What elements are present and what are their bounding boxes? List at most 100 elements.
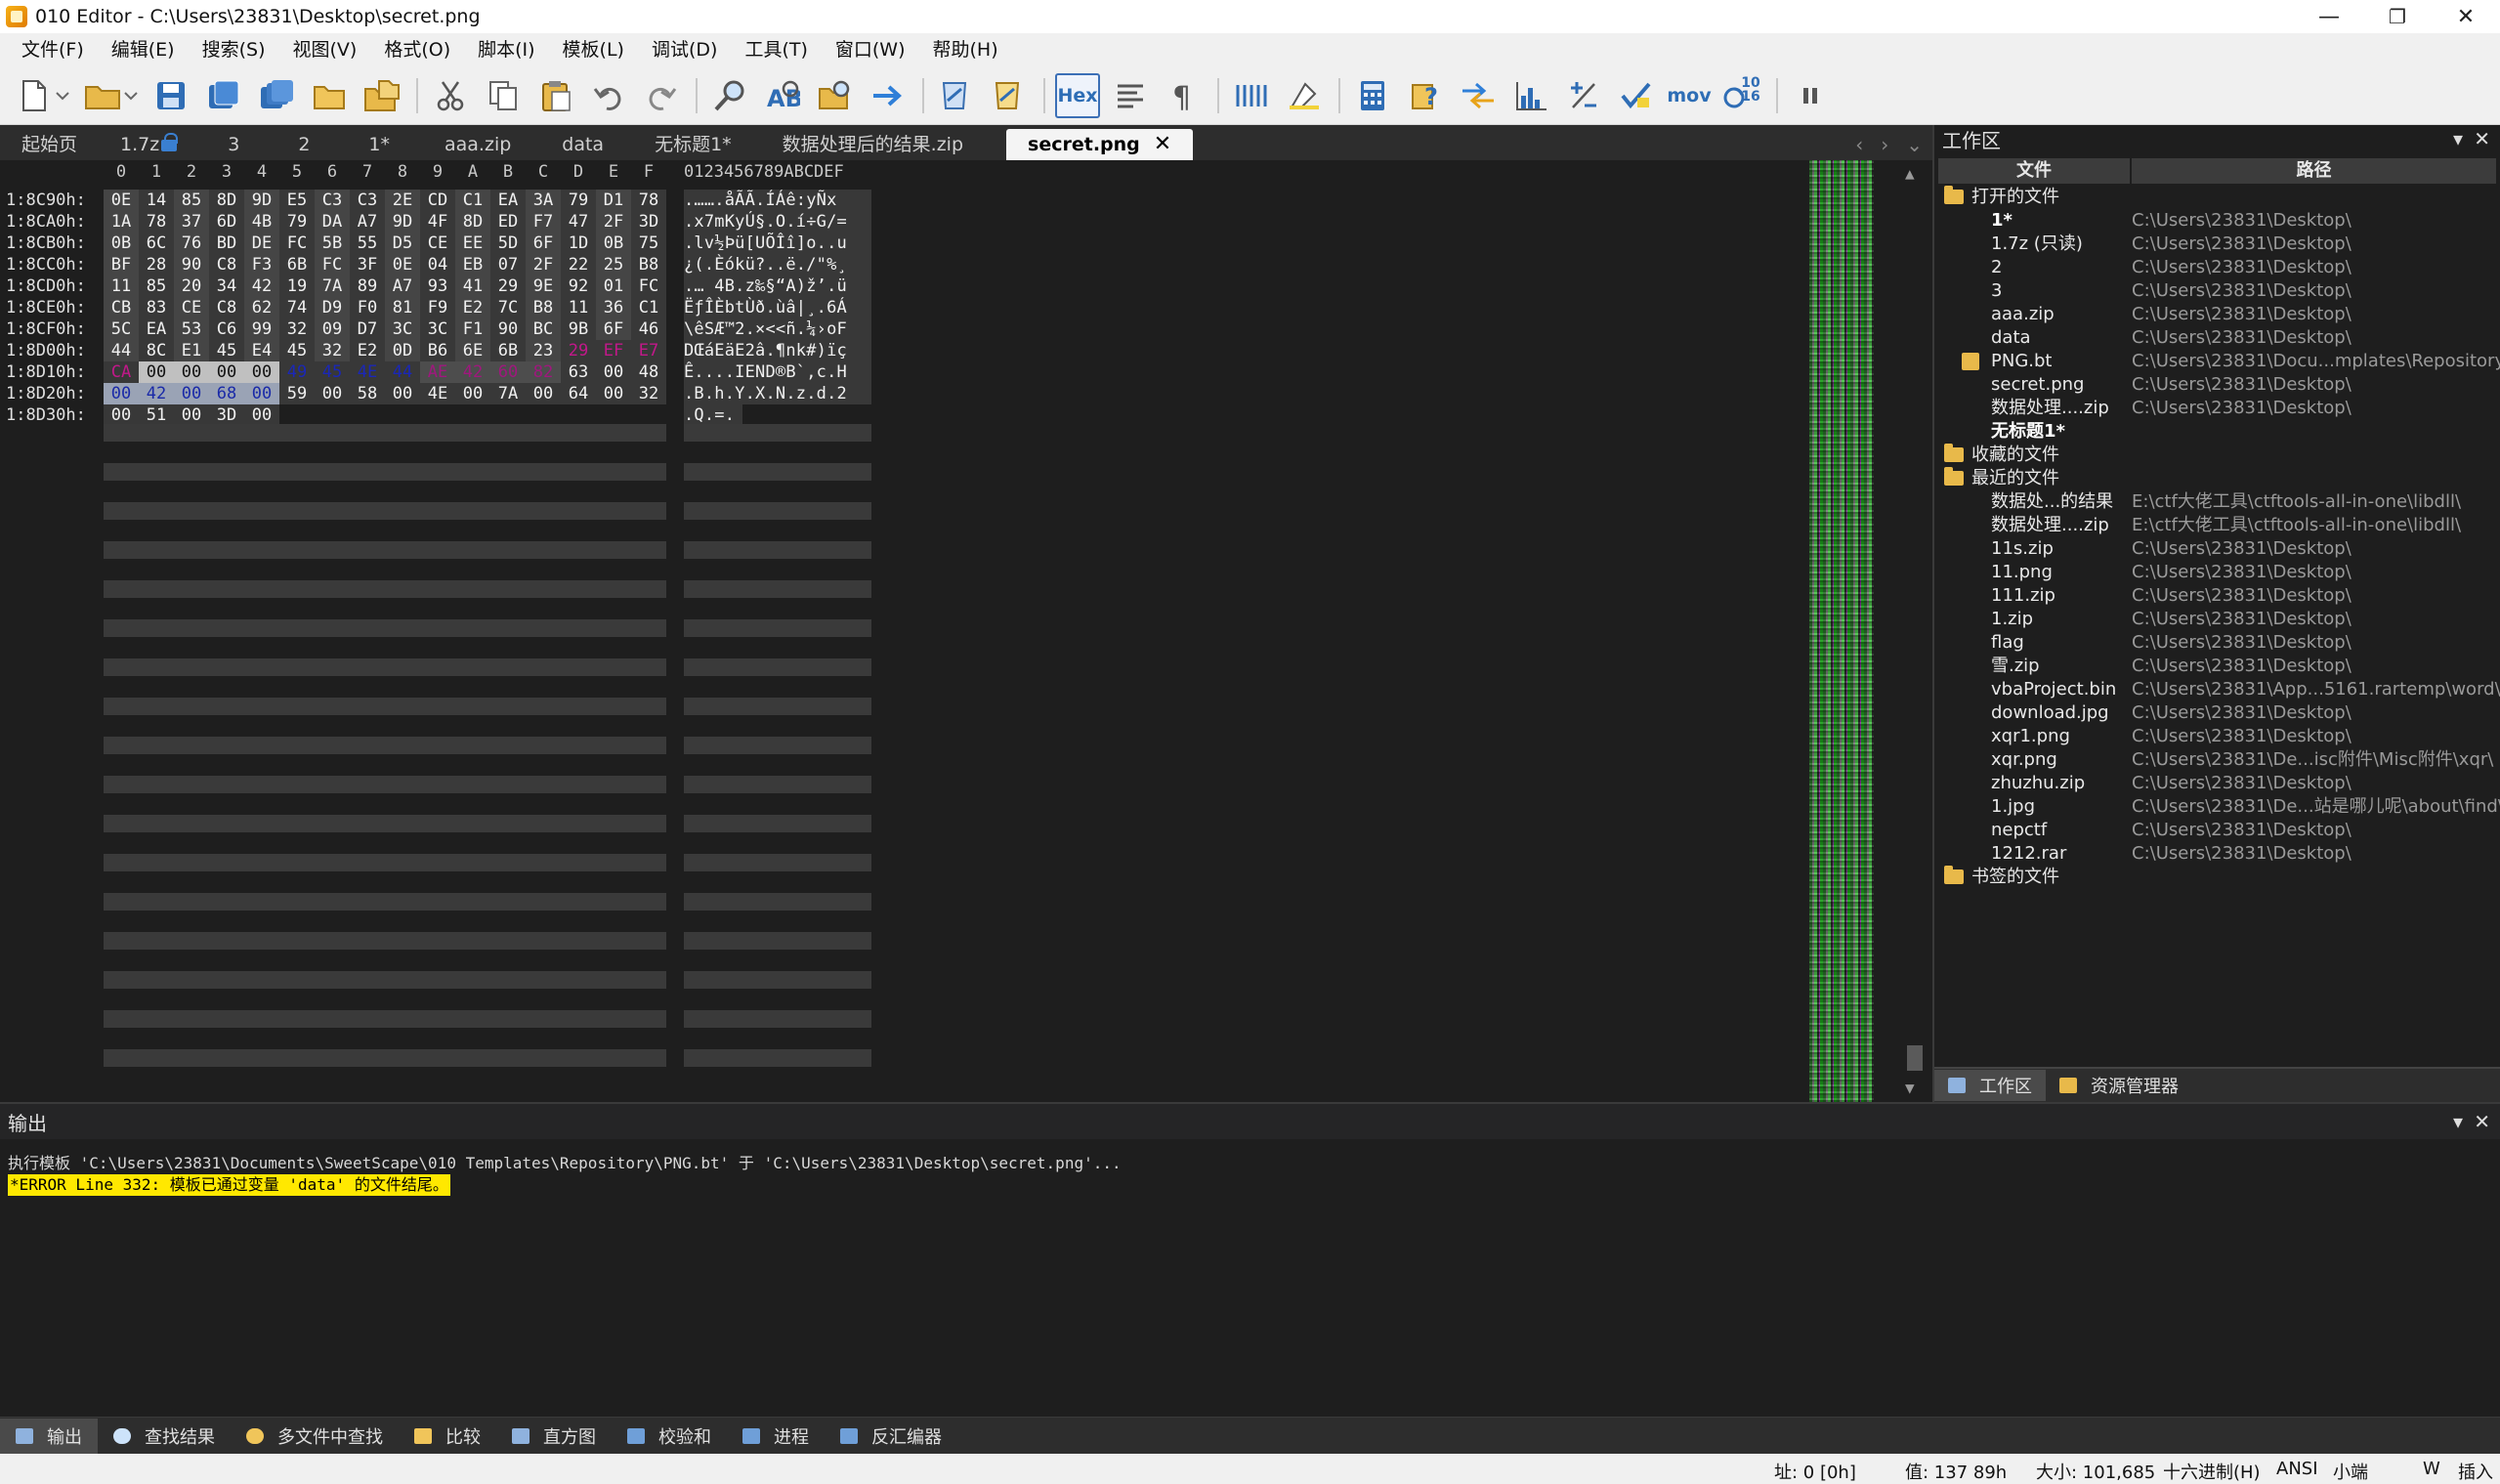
hex-byte[interactable]: 6B bbox=[490, 340, 526, 361]
hex-byte[interactable]: C8 bbox=[209, 297, 244, 318]
hex-byte[interactable]: 00 bbox=[244, 361, 279, 383]
hex-byte[interactable]: 00 bbox=[385, 383, 420, 404]
hex-byte[interactable]: E7 bbox=[631, 340, 666, 361]
hex-byte[interactable]: 34 bbox=[209, 276, 244, 297]
hex-byte[interactable]: 51 bbox=[139, 404, 174, 426]
status-encoding[interactable]: ANSI bbox=[2276, 1459, 2318, 1479]
status-write[interactable]: W bbox=[2423, 1459, 2440, 1479]
chevron-down-icon[interactable]: ⌄ bbox=[1906, 133, 1923, 156]
hex-byte[interactable]: 3F bbox=[350, 254, 385, 276]
tab-workspace[interactable]: 工作区 bbox=[1934, 1070, 2046, 1101]
hex-byte[interactable]: 49 bbox=[279, 361, 315, 383]
ascii-row[interactable]: .B.h.Y.X.N.z.d.2 bbox=[684, 383, 871, 404]
hex-byte[interactable]: C3 bbox=[350, 190, 385, 211]
hex-byte[interactable]: 11 bbox=[561, 297, 596, 318]
hex-byte[interactable]: 5D bbox=[490, 233, 526, 254]
goto-arrow-icon[interactable] bbox=[866, 73, 911, 118]
hex-byte[interactable]: 28 bbox=[139, 254, 174, 276]
hex-byte[interactable]: 75 bbox=[631, 233, 666, 254]
status-insert[interactable]: 插入 bbox=[2458, 1459, 2493, 1484]
hex-mode-button[interactable]: Hex bbox=[1055, 72, 1100, 118]
hex-byte[interactable]: 1D bbox=[561, 233, 596, 254]
tab-disassembler[interactable]: 反汇编器 bbox=[825, 1419, 957, 1454]
ascii-row[interactable]: .lv½Þü[UÕÎî]o..u bbox=[684, 233, 871, 254]
undo-icon[interactable] bbox=[586, 73, 631, 118]
hex-byte[interactable]: CE bbox=[174, 297, 209, 318]
hex-byte[interactable]: AE bbox=[420, 361, 455, 383]
hex-byte[interactable]: C1 bbox=[631, 297, 666, 318]
restore-button[interactable]: ❐ bbox=[2363, 0, 2432, 33]
hex-byte[interactable]: 5C bbox=[104, 318, 139, 340]
tab-3[interactable]: 3 bbox=[198, 129, 269, 160]
tab-compare[interactable]: 比较 bbox=[399, 1419, 496, 1454]
run-script-icon[interactable] bbox=[934, 73, 979, 118]
hex-byte[interactable]: 00 bbox=[526, 383, 561, 404]
hex-byte[interactable]: E2 bbox=[455, 297, 490, 318]
hex-byte[interactable]: 6F bbox=[596, 318, 631, 340]
hex-byte[interactable]: CE bbox=[420, 233, 455, 254]
tab-histogram[interactable]: 直方图 bbox=[496, 1419, 612, 1454]
hex-byte[interactable]: 7A bbox=[490, 383, 526, 404]
hex-byte[interactable]: 7A bbox=[315, 276, 350, 297]
workspace-file-item[interactable]: zhuzhu.zip C:\Users\23831\Desktop\ bbox=[1934, 772, 2500, 795]
hex-byte[interactable]: 3D bbox=[209, 404, 244, 426]
highlight-icon[interactable] bbox=[1282, 73, 1327, 118]
hex-byte[interactable]: E4 bbox=[244, 340, 279, 361]
hex-byte[interactable]: 4E bbox=[350, 361, 385, 383]
hex-byte[interactable]: 78 bbox=[631, 190, 666, 211]
hex-byte[interactable]: 0D bbox=[385, 340, 420, 361]
tab-untitled1[interactable]: 无标题1* bbox=[629, 129, 757, 160]
hex-byte[interactable]: 32 bbox=[631, 383, 666, 404]
workspace-file-item[interactable]: 数据处...的结果 E:\ctf大佬工具\ctftools-all-in-one\… bbox=[1934, 490, 2500, 514]
hex-byte[interactable]: 0B bbox=[596, 233, 631, 254]
hex-byte[interactable]: 4F bbox=[420, 211, 455, 233]
hex-byte[interactable]: 3C bbox=[385, 318, 420, 340]
hex-byte[interactable]: 3C bbox=[420, 318, 455, 340]
hex-byte[interactable]: 1A bbox=[104, 211, 139, 233]
chevron-right-icon[interactable]: › bbox=[1881, 133, 1888, 156]
hex-byte[interactable]: 3A bbox=[526, 190, 561, 211]
hex-byte[interactable]: 48 bbox=[631, 361, 666, 383]
hex-byte[interactable]: C6 bbox=[209, 318, 244, 340]
chevron-down-icon[interactable] bbox=[53, 73, 72, 118]
hex-byte[interactable]: 00 bbox=[455, 383, 490, 404]
hex-byte[interactable]: 44 bbox=[104, 340, 139, 361]
redo-icon[interactable] bbox=[639, 73, 684, 118]
checksum-icon[interactable] bbox=[1614, 73, 1659, 118]
hex-byte[interactable]: E1 bbox=[174, 340, 209, 361]
workspace-file-item[interactable]: 3 C:\Users\23831\Desktop\ bbox=[1934, 279, 2500, 303]
column-path[interactable]: 路径 bbox=[2132, 158, 2498, 184]
file-minimap[interactable] bbox=[1809, 160, 1874, 1102]
open-project-icon[interactable] bbox=[360, 73, 404, 118]
hex-byte[interactable]: E2 bbox=[350, 340, 385, 361]
hex-byte[interactable]: CA bbox=[104, 361, 139, 383]
hex-byte[interactable]: 25 bbox=[596, 254, 631, 276]
tab-1-7z[interactable]: 1.7z bbox=[99, 129, 198, 160]
workspace-file-item[interactable]: 11s.zip C:\Users\23831\Desktop\ bbox=[1934, 537, 2500, 561]
hex-byte[interactable]: 3D bbox=[631, 211, 666, 233]
hex-byte[interactable]: 93 bbox=[420, 276, 455, 297]
hex-byte[interactable]: FC bbox=[279, 233, 315, 254]
ascii-row[interactable]: .x7mKyÚ§.O.í÷G/= bbox=[684, 211, 871, 233]
tab-result-zip[interactable]: 数据处理后的结果.zip bbox=[757, 129, 989, 160]
close-button[interactable]: ✕ bbox=[2432, 0, 2500, 33]
column-file[interactable]: 文件 bbox=[1938, 158, 2132, 184]
hex-byte[interactable]: 79 bbox=[279, 211, 315, 233]
menu-file[interactable]: 文件(F) bbox=[8, 33, 98, 66]
hex-byte[interactable]: 2E bbox=[385, 190, 420, 211]
hex-byte[interactable]: 11 bbox=[104, 276, 139, 297]
hex-byte[interactable]: 6C bbox=[139, 233, 174, 254]
hex-byte[interactable]: 9B bbox=[561, 318, 596, 340]
save-all-icon[interactable] bbox=[254, 73, 299, 118]
hex-byte[interactable]: 42 bbox=[455, 361, 490, 383]
run-template-icon[interactable] bbox=[987, 73, 1032, 118]
menu-window[interactable]: 窗口(W) bbox=[822, 33, 919, 66]
hex-byte[interactable]: 0E bbox=[104, 190, 139, 211]
hex-byte[interactable]: 90 bbox=[174, 254, 209, 276]
hex-byte[interactable]: B8 bbox=[526, 297, 561, 318]
ascii-row[interactable]: Ê....IEND®B`‚c.H bbox=[684, 361, 871, 383]
hex-byte[interactable]: 76 bbox=[174, 233, 209, 254]
hex-byte[interactable]: 58 bbox=[350, 383, 385, 404]
menu-format[interactable]: 格式(O) bbox=[370, 33, 464, 66]
hex-byte[interactable]: 20 bbox=[174, 276, 209, 297]
